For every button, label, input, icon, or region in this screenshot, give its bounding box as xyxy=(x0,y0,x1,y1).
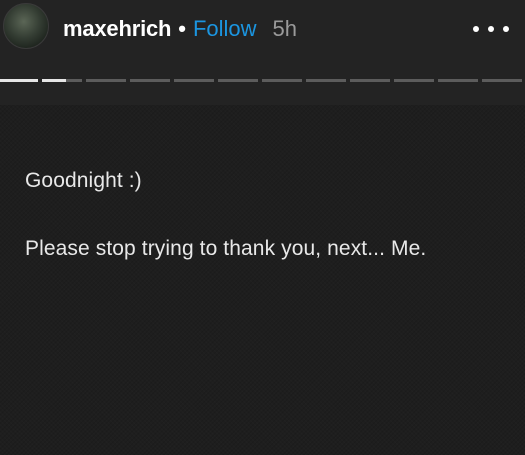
progress-segment xyxy=(394,79,434,82)
more-options-icon[interactable] xyxy=(473,19,509,39)
progress-segment xyxy=(306,79,346,82)
timestamp: 5h xyxy=(272,16,298,41)
progress-segment xyxy=(350,79,390,82)
progress-segment xyxy=(0,79,38,82)
username[interactable]: maxehrich xyxy=(63,16,171,42)
story-progress-bar xyxy=(0,79,525,82)
follow-button[interactable]: Follow xyxy=(193,16,257,42)
post-text-line: Goodnight :) xyxy=(25,169,142,192)
progress-segment xyxy=(174,79,214,82)
avatar[interactable] xyxy=(3,3,49,49)
progress-segment-current xyxy=(42,79,82,82)
progress-segment xyxy=(130,79,170,82)
more-dot xyxy=(503,26,509,32)
progress-segment xyxy=(438,79,478,82)
story-content[interactable]: Goodnight :) Please stop trying to thank… xyxy=(0,105,525,455)
progress-segment xyxy=(482,79,522,82)
post-text-line: Please stop trying to thank you, next...… xyxy=(25,237,427,260)
story-viewer: maxehrich • Follow 5h Goodnight :) Pleas… xyxy=(0,0,525,455)
more-dot xyxy=(488,26,494,32)
progress-segment xyxy=(262,79,302,82)
story-header: maxehrich • Follow 5h xyxy=(0,0,525,105)
progress-segment xyxy=(218,79,258,82)
header-line: maxehrich • Follow 5h xyxy=(63,13,297,45)
progress-segment xyxy=(86,79,126,82)
more-dot xyxy=(473,26,479,32)
separator-dot: • xyxy=(178,16,186,41)
